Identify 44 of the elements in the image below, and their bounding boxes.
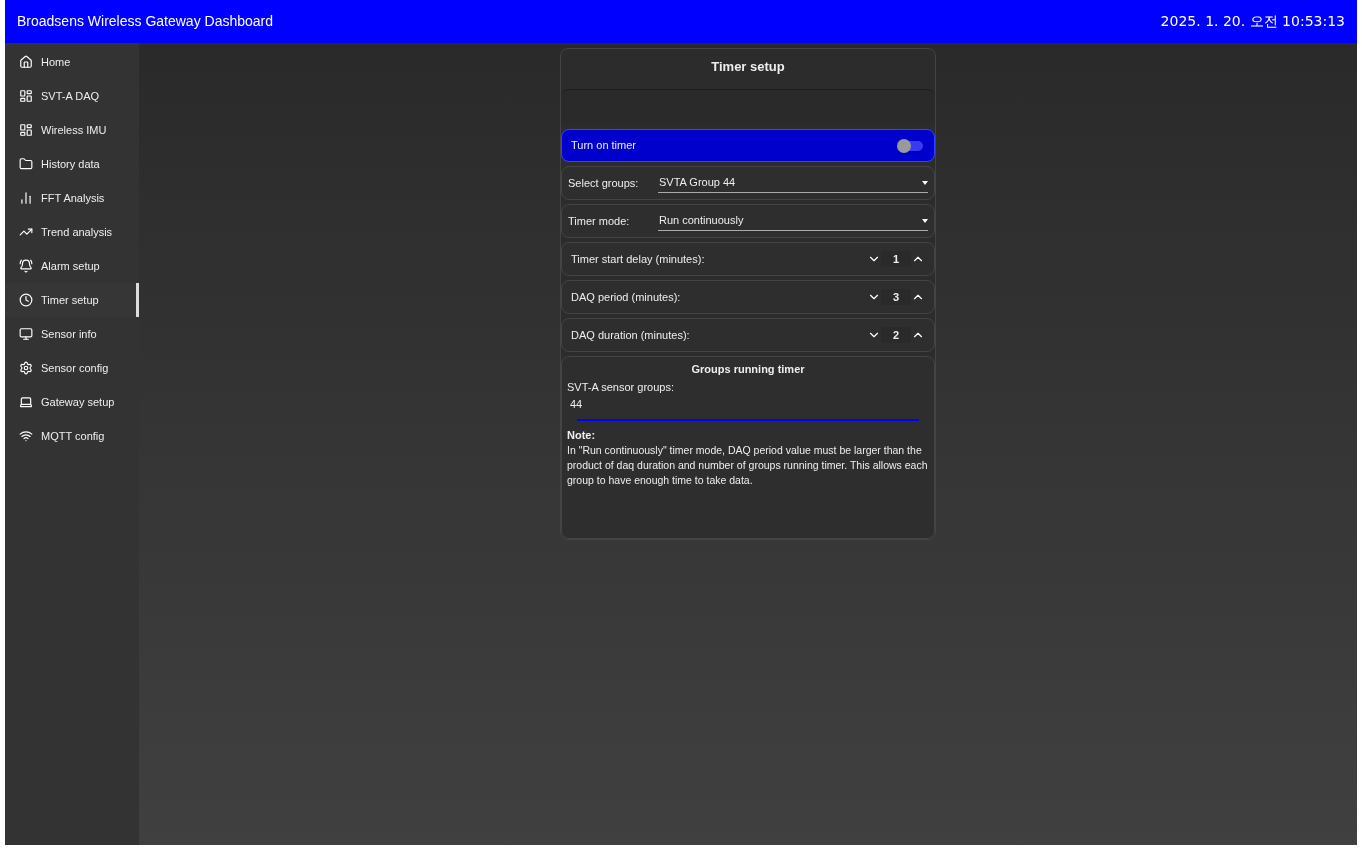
groups-label: SVT-A sensor groups:: [567, 379, 675, 395]
app-title: Broadsens Wireless Gateway Dashboard: [17, 12, 273, 31]
sidebar-item[interactable]: Alarm setup: [5, 249, 139, 283]
signal-icon: [19, 429, 33, 443]
sidebar-item[interactable]: SVT-A DAQ: [5, 79, 139, 113]
dropdown-field[interactable]: Run continuously: [658, 211, 928, 231]
note-text: In "Run continuously" timer mode, DAQ period value must be larger than the product of daq duration and number of groups running timer. This allows each group to have enough time to take data.: [567, 443, 929, 488]
select-label: Timer mode:: [568, 213, 631, 229]
folder-icon: [19, 157, 33, 171]
dropdown-caret-icon: [922, 218, 928, 223]
sidebar-item[interactable]: History data: [5, 147, 139, 181]
monitor-icon: [19, 327, 33, 341]
timer-switch[interactable]: [899, 140, 923, 151]
bar-chart-icon: [19, 191, 33, 205]
stepper-label: DAQ duration (minutes):: [571, 327, 691, 343]
dashboard-icon: [19, 89, 33, 103]
sidebar-item[interactable]: Sensor config: [5, 351, 139, 385]
sidebar-item[interactable]: Home: [5, 45, 139, 79]
dropdown-caret-icon: [922, 180, 928, 185]
panel-title: Timer setup: [710, 58, 786, 77]
clock-icon: [19, 293, 33, 307]
stepper-value[interactable]: 2: [881, 327, 911, 343]
home-icon: [19, 55, 33, 69]
stepper-label: DAQ period (minutes):: [571, 289, 682, 305]
sidebar-item[interactable]: Wireless IMU: [5, 113, 139, 147]
stepper-value[interactable]: 1: [881, 251, 911, 267]
stepper-label: Timer start delay (minutes):: [571, 251, 706, 267]
date-time: 2025. 1. 20. 오전 10:53:13: [1160, 12, 1345, 31]
sidebar-item[interactable]: MQTT config: [5, 419, 139, 453]
sidebar-item[interactable]: Trend analysis: [5, 215, 139, 249]
groups-title: Groups running timer: [690, 362, 806, 377]
toggle-label: Turn on timer: [571, 138, 636, 154]
sidebar-item[interactable]: Sensor info: [5, 317, 139, 351]
dropdown-field[interactable]: SVTA Group 44: [658, 173, 928, 193]
alarm-bell-icon: [19, 259, 33, 273]
stepper-value[interactable]: 3: [881, 289, 911, 305]
select-label: Select groups:: [568, 175, 640, 191]
dashboard-icon: [19, 123, 33, 137]
groups-value: 44: [569, 397, 584, 412]
settings-icon: [19, 361, 33, 375]
sidebar-item[interactable]: FFT Analysis: [5, 181, 139, 215]
note-title: Note:: [567, 427, 597, 443]
laptop-icon: [19, 395, 33, 409]
sidebar-item[interactable]: Gateway setup: [5, 385, 139, 419]
